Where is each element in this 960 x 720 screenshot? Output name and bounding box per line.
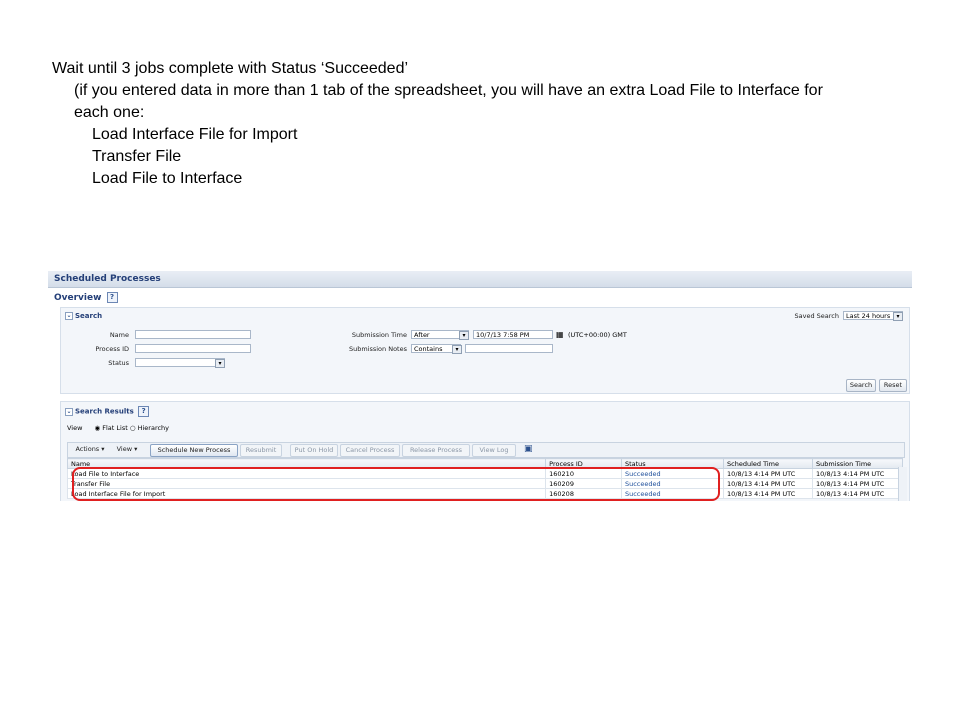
results-toolbar: Actions ▾ View ▾ Schedule New Process Re…: [67, 442, 905, 458]
put-on-hold-button[interactable]: Put On Hold: [290, 444, 338, 457]
chevron-down-icon[interactable]: ▾: [459, 331, 469, 340]
status-select[interactable]: [135, 358, 225, 367]
view-menu[interactable]: View ▾: [112, 444, 142, 455]
view-log-button[interactable]: View Log: [472, 444, 516, 457]
highlight-annotation: [72, 467, 720, 501]
collapse-icon[interactable]: ⌄: [65, 312, 73, 320]
collapse-icon[interactable]: ⌄: [65, 407, 73, 416]
instruction-item: Load Interface File for Import: [92, 126, 298, 143]
column-header[interactable]: Scheduled Time: [723, 458, 813, 469]
reset-button[interactable]: Reset: [879, 379, 907, 392]
search-button[interactable]: Search: [846, 379, 876, 392]
instruction-item: Transfer File: [92, 148, 182, 165]
process-id-input[interactable]: [135, 344, 251, 353]
submission-time-label: Submission Time: [351, 331, 407, 339]
help-icon[interactable]: ?: [106, 292, 118, 303]
instruction-note-cont: each one:: [74, 104, 145, 121]
instruction-note: (if you entered data in more than 1 tab …: [74, 82, 823, 99]
submission-notes-input[interactable]: [465, 344, 553, 353]
chevron-down-icon[interactable]: ▾: [893, 312, 903, 321]
name-label: Name: [109, 331, 129, 339]
search-header-label: Search: [75, 312, 103, 320]
radio-icon[interactable]: ○: [130, 424, 136, 432]
process-id-label: Process ID: [95, 345, 129, 353]
scheduled-time-cell: 10/8/13 4:14 PM UTC: [723, 468, 813, 479]
search-section: ⌄ Search Name Process ID Status ▾ Submiss…: [60, 307, 910, 394]
app-titlebar: Scheduled Processes: [48, 271, 912, 288]
chevron-down-icon[interactable]: ▾: [215, 359, 225, 368]
search-header[interactable]: ⌄ Search: [65, 312, 102, 320]
status-label: Status: [108, 359, 129, 367]
search-results-label: Search Results: [75, 407, 134, 416]
view-label: View: [67, 424, 83, 432]
instruction-text: Wait until 3 jobs complete with Status ‘…: [52, 58, 932, 190]
flat-list-option[interactable]: Flat List: [102, 424, 128, 432]
page-title: Scheduled Processes: [54, 274, 161, 284]
actions-menu[interactable]: Actions ▾: [72, 444, 108, 455]
resubmit-button[interactable]: Resubmit: [240, 444, 282, 457]
scheduled-time-cell: 10/8/13 4:14 PM UTC: [723, 478, 813, 489]
cancel-process-button[interactable]: Cancel Process: [340, 444, 400, 457]
schedule-new-process-button[interactable]: Schedule New Process: [150, 444, 238, 457]
chevron-down-icon[interactable]: ▾: [452, 345, 462, 354]
overview-heading: Overview ?: [54, 292, 118, 303]
table-scrollbar[interactable]: [898, 467, 907, 501]
submission-notes-label: Submission Notes: [348, 345, 407, 353]
submission-time-cell: 10/8/13 4:14 PM UTC: [812, 468, 903, 479]
view-mode: View ◉ Flat List ○ Hierarchy: [67, 424, 169, 432]
submission-time-cell: 10/8/13 4:14 PM UTC: [812, 478, 903, 489]
calendar-icon[interactable]: ▦: [556, 330, 564, 339]
column-header[interactable]: Submission Time: [812, 458, 903, 469]
overview-label: Overview: [54, 293, 102, 303]
submission-time-cell: 10/8/13 4:14 PM UTC: [812, 488, 903, 499]
instruction-line: Wait until 3 jobs complete with Status ‘…: [52, 60, 409, 77]
search-results-header[interactable]: ⌄ Search Results ?: [65, 406, 150, 417]
scheduled-processes-screenshot: Scheduled Processes Overview ? ⌄ Search N…: [48, 271, 912, 501]
submission-time-input[interactable]: 10/7/13 7:58 PM: [473, 330, 553, 339]
saved-search-label: Saved Search: [794, 312, 839, 320]
help-icon[interactable]: ?: [138, 406, 150, 417]
hierarchy-option[interactable]: Hierarchy: [138, 424, 169, 432]
timezone-label: (UTC+00:00) GMT: [568, 331, 627, 339]
release-process-button[interactable]: Release Process: [402, 444, 470, 457]
name-input[interactable]: [135, 330, 251, 339]
instruction-item: Load File to Interface: [92, 170, 243, 187]
detach-icon[interactable]: ▣: [524, 444, 533, 454]
radio-selected-icon[interactable]: ◉: [95, 424, 101, 432]
scheduled-time-cell: 10/8/13 4:14 PM UTC: [723, 488, 813, 499]
